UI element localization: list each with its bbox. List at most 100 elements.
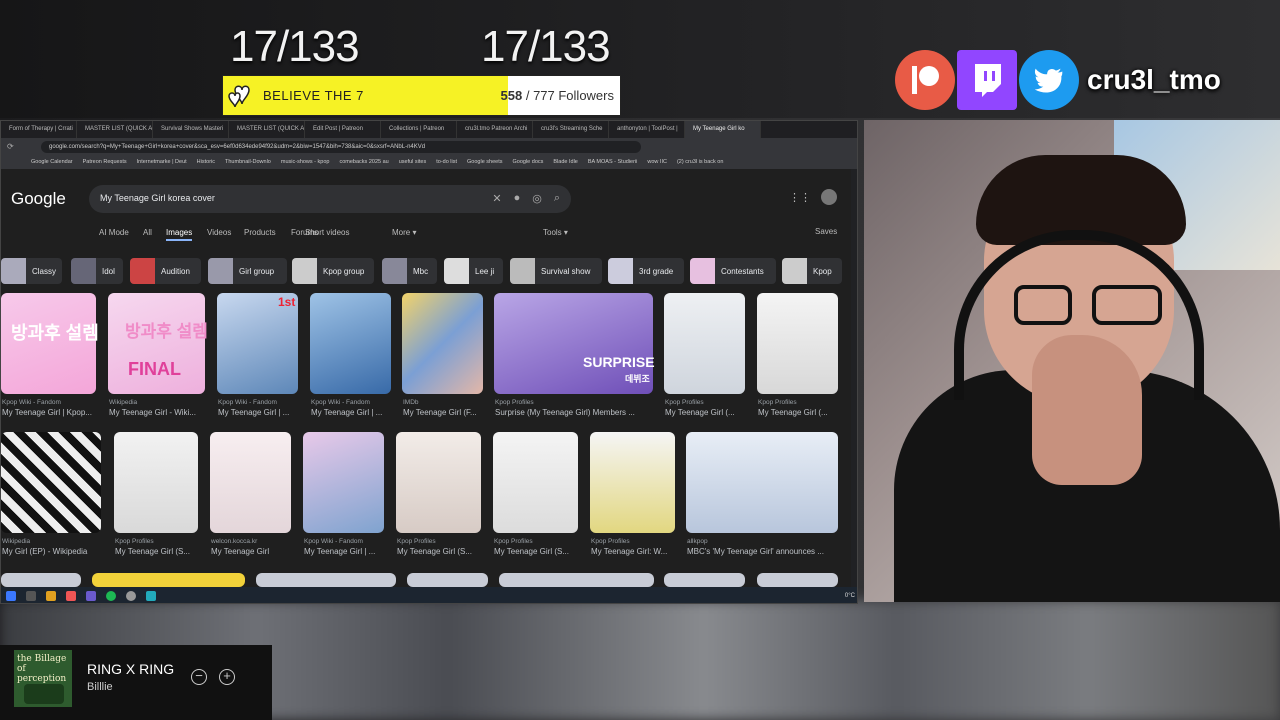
result-source[interactable]: Kpop Profiles (397, 538, 436, 545)
result-title[interactable]: My Teenage Girl (... (758, 408, 849, 417)
bookmark-item[interactable]: BA MOAS - Studierii (588, 159, 638, 165)
browser-tab[interactable]: MASTER LIST (QUICK AI (77, 121, 153, 138)
result-title[interactable]: My Teenage Girl (... (665, 408, 756, 417)
result-image[interactable] (757, 573, 838, 587)
bookmark-item[interactable]: to-do list (436, 159, 457, 165)
result-image[interactable] (402, 293, 483, 394)
result-title[interactable]: My Teenage Girl | ... (311, 408, 402, 417)
bookmark-item[interactable]: Internetmarke | Deut (137, 159, 187, 165)
bookmark-item[interactable]: Google Calendar (31, 159, 73, 165)
chip-kpop[interactable]: Kpop (782, 258, 842, 284)
bookmark-item[interactable]: music-shows - kpop (281, 159, 330, 165)
chip-audition[interactable]: Audition (130, 258, 201, 284)
bookmark-item[interactable]: Patreon Requests (83, 159, 127, 165)
result-image[interactable] (664, 573, 745, 587)
result-source[interactable]: Kpop Wiki - Fandom (311, 399, 370, 406)
result-source[interactable]: Kpop Wiki - Fandom (218, 399, 277, 406)
result-title[interactable]: My Teenage Girl | ... (218, 408, 309, 417)
saves-link[interactable]: Saves (815, 227, 837, 236)
bookmark-item[interactable]: wow IIC (647, 159, 667, 165)
browser-icon[interactable] (66, 591, 76, 601)
browser-tab[interactable]: Form of Therapy | Crrati (1, 121, 77, 138)
lens-icon[interactable]: ◎ (532, 192, 542, 205)
bookmark-item[interactable]: Blade Idle (553, 159, 577, 165)
add-button[interactable]: + (219, 669, 235, 685)
result-image[interactable] (1, 573, 81, 587)
url-field[interactable]: google.com/search?q=My+Teenage+Girl+kore… (41, 140, 641, 153)
result-image[interactable] (590, 432, 675, 533)
filter-tab[interactable]: Videos (207, 228, 231, 237)
result-source[interactable]: Kpop Profiles (494, 538, 533, 545)
result-title[interactable]: My Teenage Girl (F... (403, 408, 494, 417)
result-image[interactable] (686, 432, 838, 533)
browser-tab[interactable]: My Teenage Girl ko (685, 121, 761, 138)
browser-tab[interactable]: cru3l's Streaming Sche (533, 121, 609, 138)
discord-icon[interactable] (86, 591, 96, 601)
result-title[interactable]: My Teenage Girl (211, 547, 302, 556)
search-input[interactable]: My Teenage Girl korea cover ✕ ● ◎ ⌕ (89, 185, 571, 213)
browser-tab[interactable]: MASTER LIST (QUICK AI (229, 121, 305, 138)
result-source[interactable]: Kpop Profiles (758, 399, 797, 406)
result-source[interactable]: Kpop Profiles (665, 399, 704, 406)
filter-tab[interactable]: Short videos (305, 228, 349, 237)
browser-tab[interactable]: cru3l.tmo Patreon Archi (457, 121, 533, 138)
clear-icon[interactable]: ✕ (492, 192, 501, 205)
chip-kpop-group[interactable]: Kpop group (292, 258, 374, 284)
result-title[interactable]: My Teenage Girl | ... (304, 547, 395, 556)
result-source[interactable]: Kpop Wiki - Fandom (304, 538, 363, 545)
result-image[interactable] (493, 432, 578, 533)
app-icon[interactable] (146, 591, 156, 601)
result-source[interactable]: Kpop Wiki - Fandom (2, 399, 61, 406)
result-source[interactable]: Wikipedia (2, 538, 30, 545)
filter-tab[interactable]: More ▾ (392, 228, 416, 237)
result-source[interactable]: Wikipedia (109, 399, 137, 406)
chip-3rd-grade[interactable]: 3rd grade (608, 258, 684, 284)
browser-tab[interactable]: Collections | Patreon (381, 121, 457, 138)
mic-icon[interactable]: ● (514, 192, 521, 205)
result-image[interactable] (310, 293, 391, 394)
result-image[interactable] (499, 573, 654, 587)
filter-tab[interactable]: All (143, 228, 152, 237)
avatar[interactable] (821, 189, 837, 205)
bookmark-item[interactable]: Historic (197, 159, 215, 165)
result-title[interactable]: My Teenage Girl - Wiki... (109, 408, 216, 417)
search-icon[interactable]: ⌕ (554, 192, 560, 205)
result-title[interactable]: My Teenage Girl (S... (397, 547, 492, 556)
reload-icon[interactable]: ⟳ (7, 142, 14, 151)
bookmark-item[interactable]: (2) cru3l is back on (677, 159, 723, 165)
result-source[interactable]: IMDb (403, 399, 419, 406)
result-source[interactable]: welcon.kocca.kr (211, 538, 257, 545)
chip-lee-ji[interactable]: Lee ji (444, 258, 503, 284)
result-image[interactable] (114, 432, 198, 533)
result-title[interactable]: Surprise (My Teenage Girl) Members ... (495, 408, 664, 417)
result-image[interactable] (407, 573, 488, 587)
taskbar-app-icon[interactable] (26, 591, 36, 601)
chip-girl-group[interactable]: Girl group (208, 258, 287, 284)
result-image[interactable] (256, 573, 396, 587)
chip-classy[interactable]: Classy (1, 258, 62, 284)
filter-tab[interactable]: Images (166, 228, 193, 241)
result-source[interactable]: Kpop Profiles (495, 399, 534, 406)
result-source[interactable]: allkpop (687, 538, 708, 545)
result-title[interactable]: My Teenage Girl (S... (115, 547, 209, 556)
filter-tab[interactable]: AI Mode (99, 228, 129, 237)
result-image[interactable] (92, 573, 245, 587)
result-title[interactable]: My Teenage Girl: W... (591, 547, 686, 556)
result-image[interactable] (1, 432, 101, 533)
spotify-icon[interactable] (106, 591, 116, 601)
chip-contestants[interactable]: Contestants (690, 258, 776, 284)
result-title[interactable]: My Girl (EP) - Wikipedia (2, 547, 112, 556)
result-image[interactable] (396, 432, 481, 533)
google-logo[interactable]: Google (11, 189, 66, 209)
browser-tab[interactable]: anthonyton | ToolPost | (609, 121, 685, 138)
start-icon[interactable] (6, 591, 16, 601)
browser-tab[interactable]: Edit Post | Patreon (305, 121, 381, 138)
result-image[interactable] (757, 293, 838, 394)
remove-button[interactable]: − (191, 669, 207, 685)
obs-icon[interactable] (126, 591, 136, 601)
tools-menu[interactable]: Tools ▾ (543, 228, 568, 237)
chip-survival-show[interactable]: Survival show (510, 258, 602, 284)
result-title[interactable]: My Teenage Girl (S... (494, 547, 589, 556)
result-image[interactable] (664, 293, 745, 394)
bookmark-item[interactable]: comebacks 2025 au (339, 159, 388, 165)
